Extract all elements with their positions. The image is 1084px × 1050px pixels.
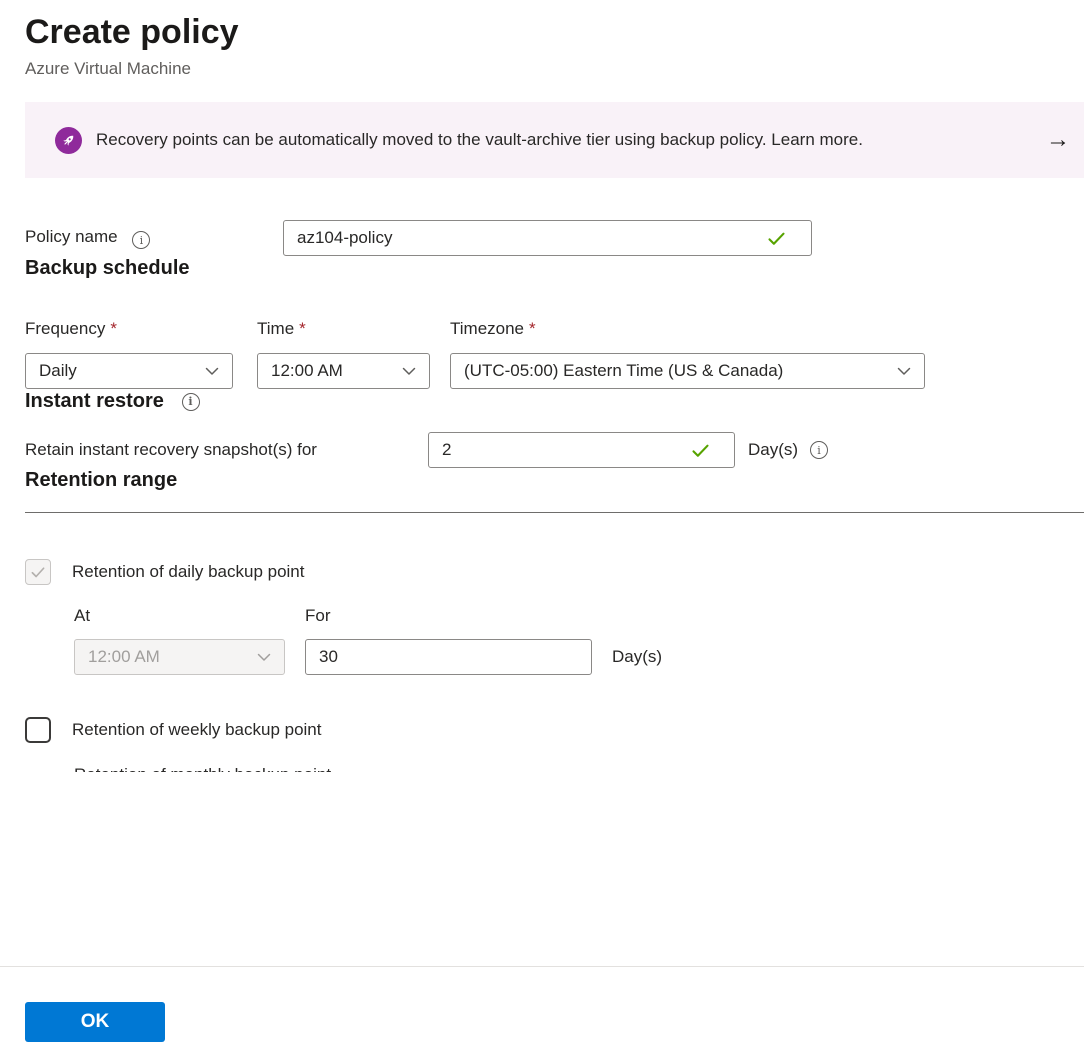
frequency-label: Frequency bbox=[25, 319, 105, 338]
policy-name-label: Policy name bbox=[25, 227, 118, 246]
valid-check-icon bbox=[766, 228, 787, 254]
chevron-down-icon bbox=[896, 363, 912, 379]
daily-retention-checkbox[interactable] bbox=[25, 559, 51, 585]
required-asterisk: * bbox=[299, 319, 306, 338]
arrow-right-icon[interactable]: → bbox=[1046, 126, 1070, 154]
timezone-dropdown[interactable]: (UTC-05:00) Eastern Time (US & Canada) bbox=[450, 353, 925, 389]
frequency-dropdown[interactable]: Daily bbox=[25, 353, 233, 389]
chevron-down-icon bbox=[256, 649, 272, 665]
days-unit-label: Day(s) bbox=[612, 647, 662, 667]
time-dropdown[interactable]: 12:00 AM bbox=[257, 353, 430, 389]
required-asterisk: * bbox=[110, 319, 117, 338]
policy-name-input[interactable] bbox=[283, 220, 812, 256]
weekly-retention-checkbox[interactable] bbox=[25, 717, 51, 743]
instant-restore-heading: Instant restore i bbox=[25, 389, 1084, 413]
retention-range-heading: Retention range bbox=[25, 468, 1084, 492]
monthly-retention-row-clipped: Retention of monthly backup point bbox=[74, 765, 1084, 772]
timezone-value: (UTC-05:00) Eastern Time (US & Canada) bbox=[464, 361, 888, 381]
weekly-retention-label: Retention of weekly backup point bbox=[72, 720, 322, 740]
banner-text: Recovery points can be automatically mov… bbox=[96, 130, 863, 150]
backup-schedule-heading: Backup schedule bbox=[25, 256, 1084, 280]
info-icon[interactable]: i bbox=[182, 393, 200, 411]
instant-restore-title: Instant restore bbox=[25, 390, 164, 412]
time-value: 12:00 AM bbox=[271, 361, 393, 381]
section-divider bbox=[25, 512, 1084, 513]
page-title: Create policy bbox=[25, 10, 1084, 54]
retain-days-input[interactable] bbox=[428, 432, 735, 468]
time-label: Time bbox=[257, 319, 294, 338]
archive-tier-banner[interactable]: Recovery points can be automatically mov… bbox=[25, 102, 1084, 178]
weekly-retention-row: Retention of weekly backup point bbox=[25, 717, 1084, 743]
policy-name-row: Policy name i bbox=[25, 220, 1084, 256]
valid-check-icon bbox=[690, 440, 711, 466]
instant-restore-row: Retain instant recovery snapshot(s) for … bbox=[25, 432, 1084, 468]
info-icon[interactable]: i bbox=[132, 231, 150, 249]
daily-retention-label: Retention of daily backup point bbox=[72, 562, 305, 582]
daily-for-input[interactable] bbox=[305, 639, 592, 675]
at-label: At bbox=[74, 606, 305, 626]
daily-retention-row: Retention of daily backup point bbox=[25, 559, 1084, 585]
footer-bar: OK bbox=[0, 966, 1084, 1050]
retain-snapshot-label: Retain instant recovery snapshot(s) for bbox=[25, 440, 428, 460]
for-label: For bbox=[305, 606, 331, 626]
rocket-icon bbox=[55, 127, 82, 154]
required-asterisk: * bbox=[529, 319, 536, 338]
page-subtitle: Azure Virtual Machine bbox=[25, 58, 1084, 80]
frequency-value: Daily bbox=[39, 361, 196, 381]
timezone-label: Timezone bbox=[450, 319, 524, 338]
chevron-down-icon bbox=[204, 363, 220, 379]
chevron-down-icon bbox=[401, 363, 417, 379]
daily-retention-settings: At For 12:00 AM Day(s) bbox=[74, 606, 1084, 675]
days-unit-label: Day(s) bbox=[748, 440, 798, 460]
backup-schedule-fields: Frequency* Daily Time* 12:00 AM Ti bbox=[25, 319, 1084, 389]
daily-at-dropdown: 12:00 AM bbox=[74, 639, 285, 675]
info-icon[interactable]: i bbox=[810, 441, 828, 459]
ok-button[interactable]: OK bbox=[25, 1002, 165, 1042]
create-policy-pane: Create policy Azure Virtual Machine Reco… bbox=[0, 10, 1084, 772]
daily-at-value: 12:00 AM bbox=[88, 647, 248, 667]
